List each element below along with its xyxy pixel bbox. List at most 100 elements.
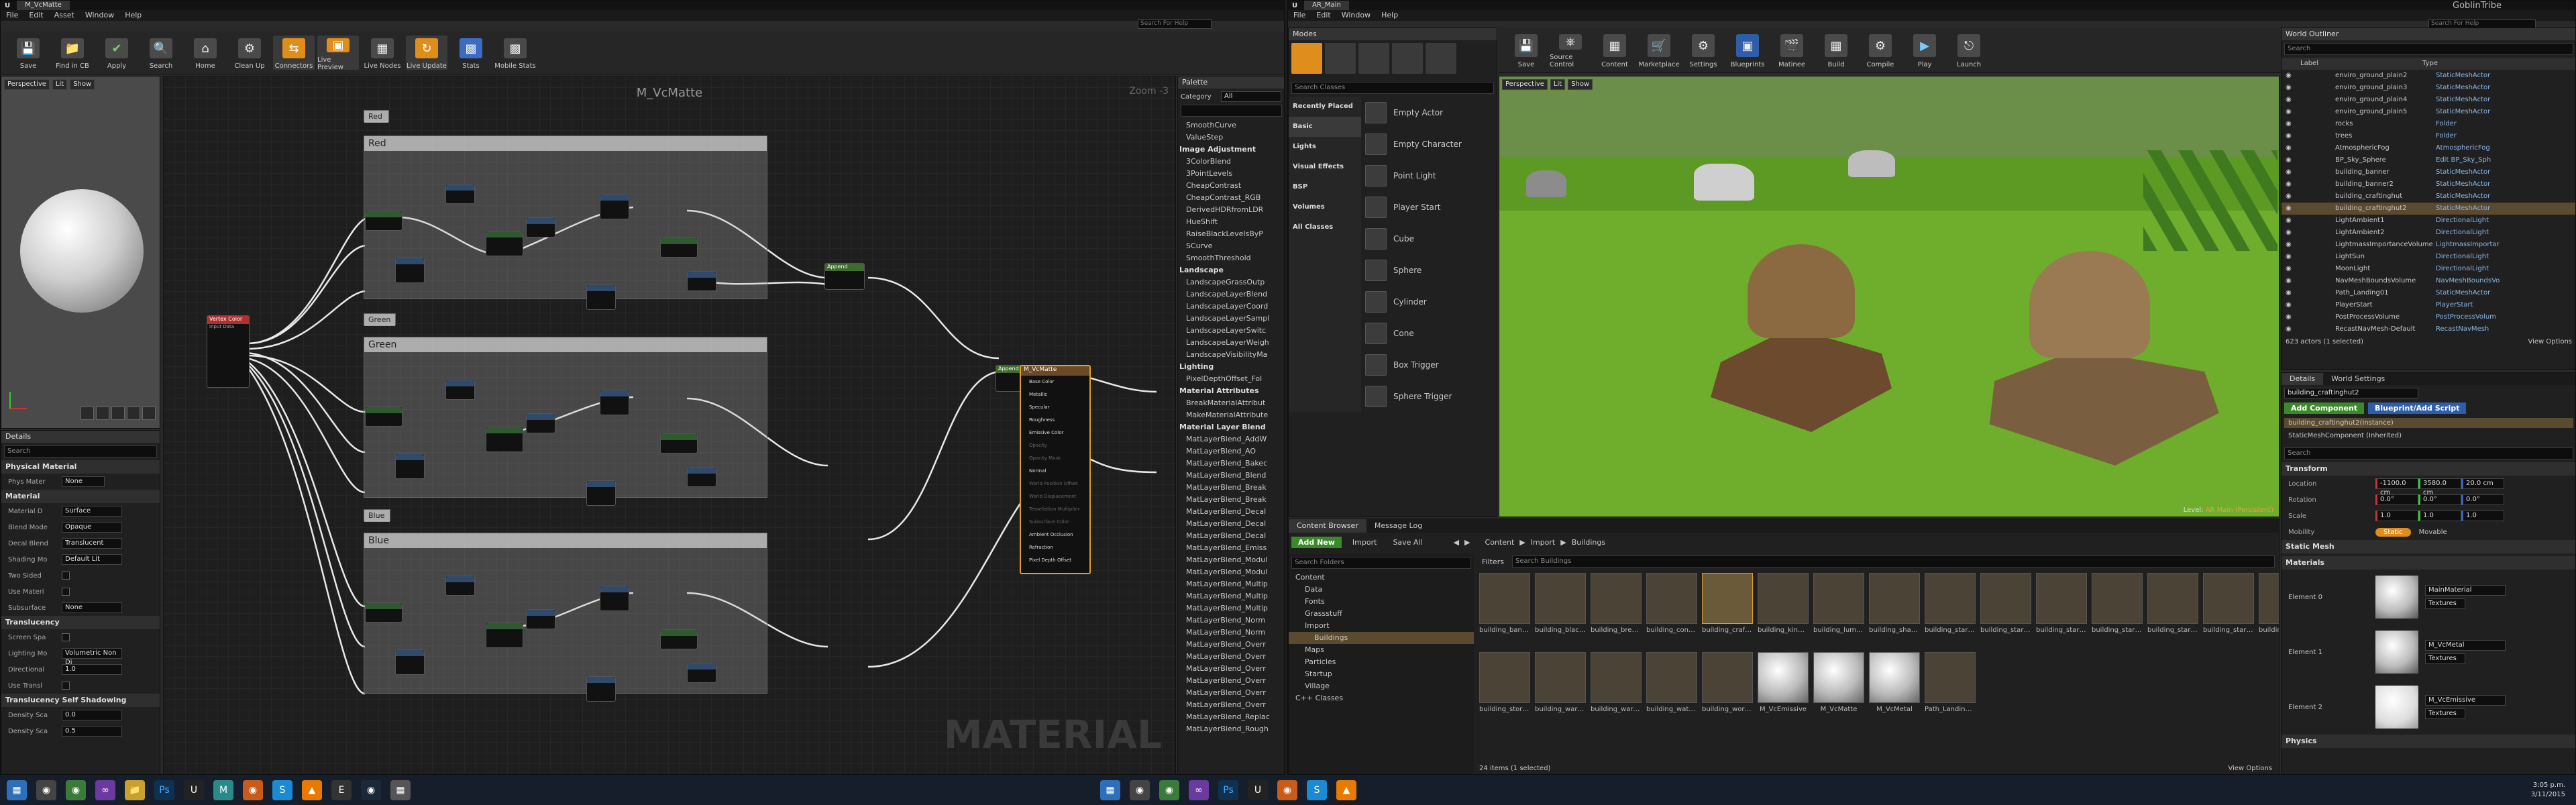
static-mesh-section[interactable]: Static Mesh bbox=[2282, 540, 2575, 553]
property-checkbox[interactable] bbox=[62, 682, 70, 690]
palette-item[interactable]: MatLayerBlend_Norm bbox=[1178, 627, 1284, 639]
palette-search-input[interactable] bbox=[1181, 105, 1282, 117]
search-folders-input[interactable]: Search Folders bbox=[1291, 557, 1471, 569]
palette-category[interactable]: Lighting bbox=[1178, 361, 1284, 373]
menu-help[interactable]: Help bbox=[125, 10, 142, 21]
palette-item[interactable]: LandscapeLayerBlend bbox=[1178, 288, 1284, 301]
graph-node[interactable] bbox=[660, 629, 698, 649]
palette-item[interactable]: MatLayerBlend_Blend bbox=[1178, 470, 1284, 482]
outliner-row[interactable]: ◉ building_banner StaticMeshActor bbox=[2282, 166, 2575, 178]
material-thumbnail[interactable] bbox=[2375, 686, 2418, 729]
add-new-button[interactable]: Add New bbox=[1291, 536, 1342, 548]
firefox-icon[interactable]: ◉ bbox=[243, 780, 263, 800]
material-textures-dropdown[interactable]: Textures bbox=[2425, 708, 2465, 719]
palette-item[interactable]: MatLayerBlend_Decal bbox=[1178, 530, 1284, 542]
lit-button[interactable]: Lit bbox=[52, 79, 68, 90]
eye-icon[interactable]: ◉ bbox=[2282, 82, 2295, 94]
material-textures-dropdown[interactable]: Textures bbox=[2425, 653, 2465, 664]
forward-arrow-icon[interactable]: ▶ bbox=[1464, 538, 1470, 547]
palette-category[interactable]: Material Attributes bbox=[1178, 385, 1284, 397]
graph-node[interactable] bbox=[586, 676, 616, 702]
material-thumbnail[interactable] bbox=[2375, 631, 2418, 674]
folder-tree-item[interactable]: Buildings bbox=[1289, 632, 1474, 644]
windows-start-icon-2[interactable]: ▦ bbox=[1100, 780, 1120, 800]
viewport-lit-button[interactable]: Lit bbox=[1550, 79, 1566, 90]
asset-tile[interactable]: building_kingsqueen bbox=[1758, 573, 1809, 634]
palette-item[interactable]: MatLayerBlend_Overr bbox=[1178, 639, 1284, 651]
eye-icon[interactable]: ◉ bbox=[2282, 142, 2295, 154]
folder-tree-item[interactable]: Startup bbox=[1289, 668, 1474, 680]
teapot-preview-icon[interactable] bbox=[142, 407, 156, 420]
sphere-preview-icon[interactable] bbox=[96, 407, 109, 420]
graph-node[interactable] bbox=[365, 602, 402, 623]
visual-studio-icon[interactable]: ∞ bbox=[95, 780, 115, 800]
content-view-options[interactable]: View Options bbox=[2229, 765, 2273, 772]
source-control-button[interactable]: ⎈ Source Control bbox=[1550, 32, 1591, 68]
le-save-button[interactable]: 💾 Save bbox=[1505, 32, 1547, 68]
outliner-row[interactable]: ◉ trees Folder bbox=[2282, 130, 2575, 142]
result-pin[interactable]: World Position Offset bbox=[1021, 478, 1089, 490]
physical-material-section[interactable]: Physical Material bbox=[1, 460, 160, 474]
launch-button[interactable]: ⎋ Launch bbox=[1948, 32, 1990, 68]
folder-tree-item[interactable]: Particles bbox=[1289, 656, 1474, 668]
live-update-button[interactable]: ↻ Live Update bbox=[406, 36, 447, 70]
blue-label-comment[interactable]: Blue bbox=[364, 509, 390, 522]
eye-icon[interactable]: ◉ bbox=[2282, 275, 2295, 287]
property-value[interactable]: 1.0 bbox=[62, 664, 122, 675]
result-pin[interactable]: Base Color bbox=[1021, 376, 1089, 388]
outliner-row[interactable]: ◉ RecastNavMesh-Default RecastNavMesh bbox=[2282, 323, 2575, 335]
palette-item[interactable]: MatLayerBlend_Decal bbox=[1178, 518, 1284, 530]
palette-item[interactable]: MatLayerBlend_AO bbox=[1178, 445, 1284, 458]
result-pin[interactable]: Specular bbox=[1021, 401, 1089, 414]
search-assets-input[interactable]: Search Buildings bbox=[1511, 555, 2275, 568]
vlc-icon[interactable]: ▲ bbox=[302, 780, 322, 800]
graph-node[interactable] bbox=[486, 231, 523, 256]
eye-icon[interactable]: ◉ bbox=[2282, 178, 2295, 191]
import-button[interactable]: Import bbox=[1347, 537, 1383, 548]
property-checkbox[interactable] bbox=[62, 588, 70, 596]
result-pin[interactable]: World Displacement bbox=[1021, 490, 1089, 503]
palette-item[interactable]: MatLayerBlend_Multip bbox=[1178, 578, 1284, 590]
filters-button[interactable]: Filters bbox=[1478, 557, 1508, 566]
palette-item[interactable]: MatLayerBlend_Overr bbox=[1178, 663, 1284, 675]
world-settings-tab[interactable]: World Settings bbox=[2323, 373, 2393, 385]
blueprints-button[interactable]: ▣ Blueprints bbox=[1727, 32, 1768, 68]
content-button[interactable]: ▦ Content bbox=[1594, 32, 1635, 68]
red-label-comment[interactable]: Red bbox=[364, 110, 389, 123]
transform-section[interactable]: Transform bbox=[2282, 462, 2575, 476]
vertex-color-node[interactable]: Vertex Color Input Data bbox=[207, 315, 250, 388]
material-thumbnail[interactable] bbox=[2375, 576, 2418, 619]
compile-button[interactable]: ⚙ Compile bbox=[1860, 32, 1901, 68]
viewport-show-button[interactable]: Show bbox=[1568, 79, 1593, 90]
palette-item[interactable]: MatLayerBlend_Overr bbox=[1178, 699, 1284, 711]
graph-node[interactable] bbox=[486, 623, 523, 648]
place-category[interactable]: Volumes bbox=[1289, 197, 1361, 217]
connectors-button[interactable]: ⇆ Connectors bbox=[273, 36, 315, 70]
location-y[interactable]: 3580.0 cm bbox=[2418, 478, 2461, 496]
palette-item[interactable]: DerivedHDRfromLDR bbox=[1178, 204, 1284, 216]
vlc-icon-2[interactable]: ▲ bbox=[1336, 780, 1356, 800]
eye-icon[interactable]: ◉ bbox=[2282, 106, 2295, 118]
graph-node[interactable] bbox=[526, 217, 555, 237]
actor-name-field[interactable]: building_craftinghut2 bbox=[2284, 388, 2418, 398]
folder-tree-item[interactable]: Village bbox=[1289, 680, 1474, 692]
le-details-search-input[interactable]: Search bbox=[2284, 447, 2573, 460]
details-search-input[interactable]: Search bbox=[4, 445, 157, 458]
graph-node[interactable] bbox=[687, 467, 716, 487]
graph-node[interactable] bbox=[586, 480, 616, 506]
outliner-row[interactable]: ◉ enviro_ground_plain4 StaticMeshActor bbox=[2282, 94, 2575, 106]
live-nodes-button[interactable]: ▦ Live Nodes bbox=[362, 36, 403, 70]
asset-tile[interactable]: building_startingWagon_06 bbox=[2259, 573, 2279, 634]
steam-icon[interactable]: ◉ bbox=[361, 780, 381, 800]
asset-tile[interactable]: building_startingWagon_03 bbox=[2092, 573, 2143, 634]
outliner-view-options[interactable]: View Options bbox=[2528, 338, 2573, 345]
eye-icon[interactable]: ◉ bbox=[2282, 227, 2295, 239]
folder-tree-item[interactable]: Data bbox=[1289, 584, 1474, 596]
outliner-row[interactable]: ◉ building_banner2 StaticMeshActor bbox=[2282, 178, 2575, 191]
scale-x[interactable]: 1.0 bbox=[2375, 511, 2418, 521]
unreal-icon[interactable]: U bbox=[184, 780, 204, 800]
result-pin[interactable]: Roughness bbox=[1021, 414, 1089, 427]
place-item[interactable]: Player Start bbox=[1361, 191, 1497, 223]
asset-tile[interactable]: building_workcamp bbox=[1702, 652, 1753, 713]
location-x[interactable]: -1100.0 cm bbox=[2375, 478, 2418, 496]
